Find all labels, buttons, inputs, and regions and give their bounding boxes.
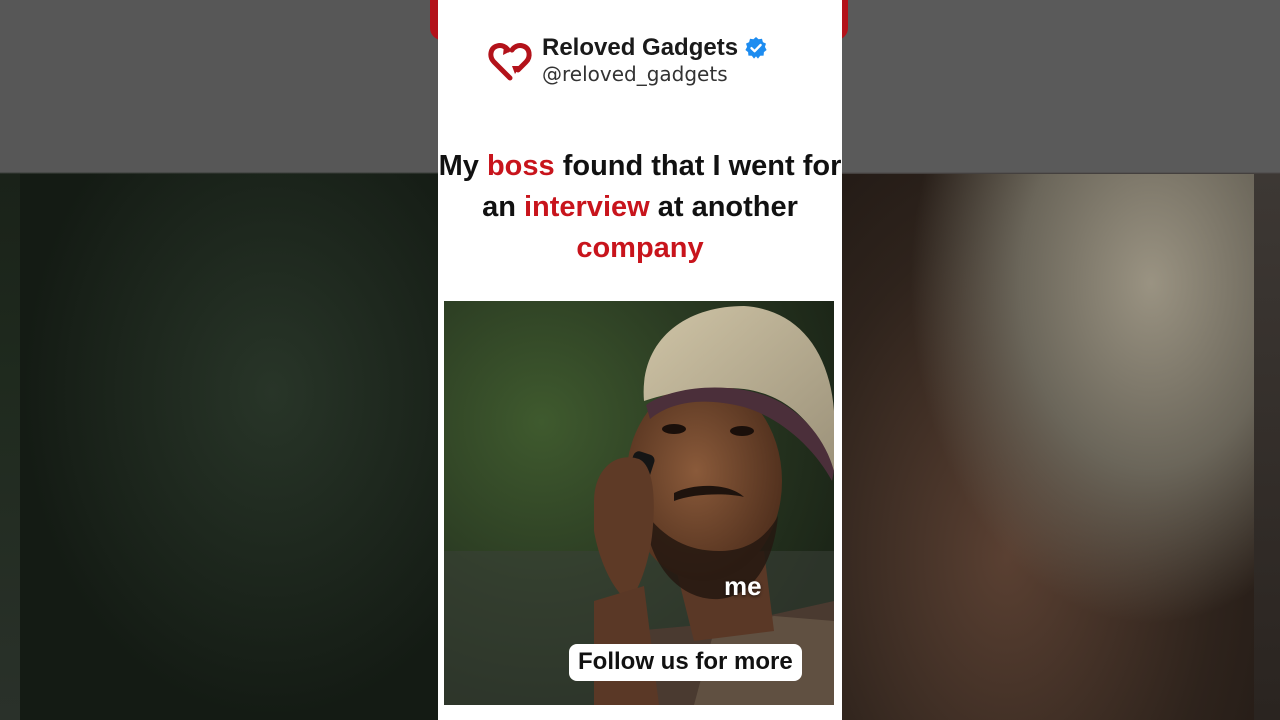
brand-handle: @reloved_gadgets: [542, 62, 728, 86]
blurred-background-right: [842, 0, 1280, 720]
headline-highlight-boss: boss: [486, 150, 555, 182]
headline-text: at another: [649, 191, 798, 223]
brand-header[interactable]: Reloved Gadgets @reloved_gadgets: [486, 36, 768, 84]
video-frame[interactable]: me Follow us for more: [444, 301, 834, 705]
follow-cta-label[interactable]: Follow us for more: [569, 644, 802, 681]
brand-name: Reloved Gadgets: [542, 34, 739, 61]
blurred-background-left: [0, 0, 440, 720]
meme-headline: My boss found that I went for an intervi…: [438, 146, 842, 269]
headline-highlight-interview: interview: [523, 191, 650, 223]
verified-badge-icon: [745, 37, 767, 59]
recycle-heart-icon: [488, 43, 532, 81]
headline-highlight-company: company: [576, 232, 704, 264]
meme-card: Reloved Gadgets @reloved_gadgets My boss…: [438, 0, 842, 720]
video-caption: me: [724, 571, 762, 601]
short-video-frame: Reloved Gadgets @reloved_gadgets My boss…: [0, 0, 1280, 720]
headline-text: My: [438, 150, 487, 182]
